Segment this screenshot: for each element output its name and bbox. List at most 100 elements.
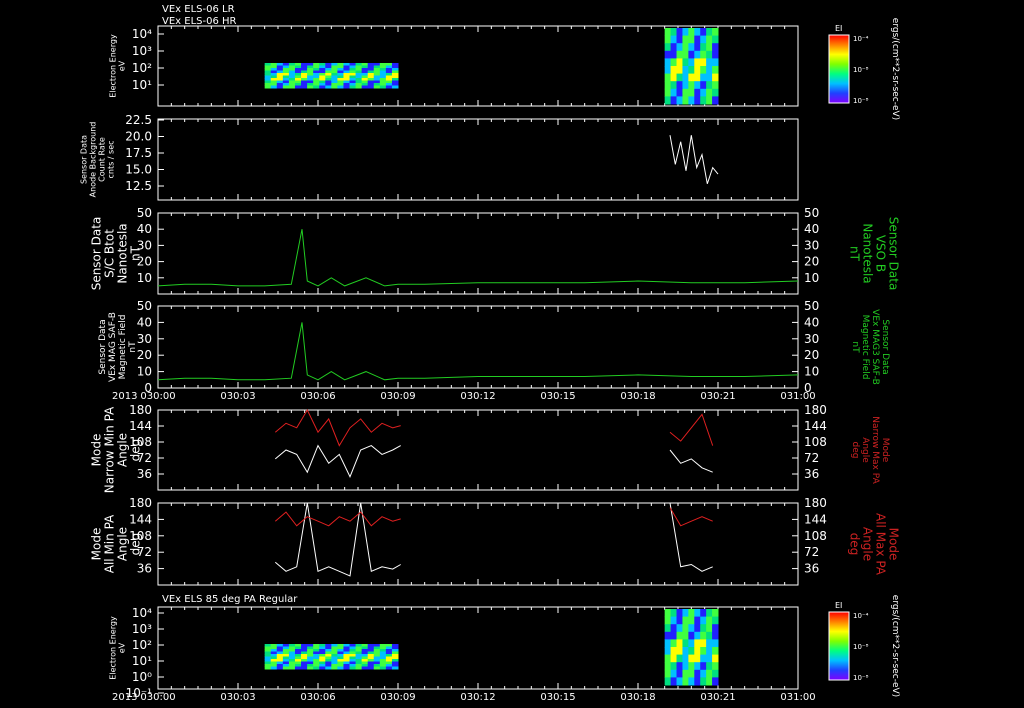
- spectrogram-cell: [670, 43, 678, 52]
- right-axis-label-line: Angle: [861, 527, 875, 561]
- spectrogram-cell: [676, 73, 683, 82]
- series-line: [669, 502, 713, 572]
- right-axis-label-line: VEx MAG3 SAF-B: [870, 309, 880, 385]
- colorbar-units-text: ergs/(cm**2-sr-sec-eV): [890, 595, 900, 697]
- spectrogram-cell: [688, 73, 695, 82]
- spectrogram-cell: [682, 631, 689, 640]
- spectrogram-cell: [664, 73, 672, 82]
- spectrogram-cell: [682, 35, 689, 44]
- spectrogram-cell: [664, 639, 672, 648]
- spectrogram-cell: [670, 58, 678, 67]
- y-tick-label: 144: [129, 512, 152, 526]
- spectrogram-cell: [670, 609, 678, 618]
- y-axis-label-line: Count Rate: [98, 137, 107, 182]
- y-axis-label-line: Narrow Min PA: [103, 406, 117, 493]
- y-axis-label-line: cnts / sec: [107, 140, 116, 178]
- x-tick-label: 030:06: [300, 391, 335, 402]
- spectrogram-cell: [700, 66, 707, 75]
- x-tick-label: 030:18: [620, 391, 655, 402]
- y-tick-label: 10¹: [132, 654, 152, 668]
- spectrogram-cell: [706, 96, 713, 105]
- panel-p2: 22.5 20.0 17.5 15.0 12.5 Sensor Data Anode Bac…: [80, 113, 799, 201]
- spectrogram-cell: [349, 85, 357, 89]
- spectrogram-cell: [706, 662, 713, 671]
- spectrogram-cell: [682, 58, 689, 67]
- spectrogram-cell: [270, 666, 278, 670]
- spectrogram-cell: [700, 81, 707, 90]
- spectrogram-cell: [664, 677, 672, 686]
- spectrogram-cell: [676, 43, 683, 52]
- spectrogram-cell: [694, 43, 701, 52]
- spectrogram-cell: [700, 639, 707, 648]
- spectrogram-cell: [688, 647, 695, 656]
- spectrogram-cell: [676, 66, 683, 75]
- y-tick-label-right: 30: [804, 332, 819, 346]
- y-tick-label-right: 50: [804, 206, 819, 220]
- colorbar-label: EI: [835, 24, 842, 33]
- spectrogram-cell: [670, 35, 678, 44]
- y-axis-label: Electron Energy eV: [109, 34, 127, 98]
- spectrogram-cell: [712, 73, 719, 82]
- spectrogram-cell: [682, 43, 689, 52]
- spectrogram-cell: [664, 28, 672, 37]
- spectrogram-cell: [379, 666, 387, 670]
- right-axis-label-line: nT: [848, 246, 862, 262]
- spectrogram-cell: [664, 616, 672, 625]
- spectrogram-cell: [688, 28, 695, 37]
- right-axis-label: ModeAll Max PAAngledeg: [848, 513, 901, 576]
- spectrogram-cell: [694, 88, 701, 97]
- right-axis-label: Sensor DataVSO BNanoteslanT: [848, 217, 901, 291]
- spectrogram-cell: [682, 88, 689, 97]
- spectrogram-cell: [337, 85, 344, 89]
- spectrogram-cell: [664, 66, 672, 75]
- y-tick-label: 10: [137, 271, 152, 285]
- spectrogram-cell: [706, 81, 713, 90]
- series-line: [274, 408, 401, 447]
- spectrogram-cell: [676, 669, 683, 678]
- spectrogram-cell: [700, 50, 707, 59]
- spectrogram-cell: [270, 85, 278, 89]
- spectrogram-cell: [313, 666, 320, 670]
- spectrogram-cell: [712, 96, 719, 105]
- right-axis-label: ModeNarrow Max PAAngledeg: [850, 416, 890, 484]
- spectrogram-cell: [676, 662, 683, 671]
- y-tick-label-right: 36: [804, 467, 819, 481]
- panel-frame: [157, 305, 799, 389]
- spectrogram-cell: [670, 677, 678, 686]
- spectrogram-cell: [664, 662, 672, 671]
- y-axis-label-line: Mode: [90, 528, 104, 561]
- spectrogram-cell: [331, 666, 338, 670]
- spectrogram-cell: [391, 85, 399, 89]
- spectrogram-cell: [694, 66, 701, 75]
- panel-frame: [157, 118, 799, 201]
- spectrogram-cell: [694, 35, 701, 44]
- x-tick-label: 030:18: [620, 692, 655, 703]
- series-line: [274, 502, 401, 577]
- spectrogram-p7: [264, 609, 719, 686]
- y-axis-label-line: nT: [129, 245, 143, 261]
- spectrogram-cell: [682, 647, 689, 656]
- spectrogram-cell: [670, 28, 678, 37]
- panel-p6: 180 180144 144108 10872 7236 36Mode All Min PA…: [90, 496, 901, 586]
- spectrogram-cell: [700, 73, 707, 82]
- x-tick-label: 030:12: [460, 692, 495, 703]
- spectrogram-cell: [676, 616, 683, 625]
- spectrogram-cell: [712, 50, 719, 59]
- spectrogram-cell: [664, 669, 672, 678]
- y-axis-label: Electron Energy eV: [109, 616, 127, 680]
- y-tick-label: 36: [137, 562, 152, 576]
- y-tick-label-right: 144: [804, 419, 827, 433]
- spectrogram-cell: [688, 669, 695, 678]
- y-axis-label-line: eV: [118, 642, 127, 653]
- y-tick-label: 20.0: [125, 130, 152, 144]
- y-tick-label: 40: [137, 315, 152, 329]
- spectrogram-cell: [682, 81, 689, 90]
- spectrogram-cell: [688, 662, 695, 671]
- colorbar-top: EI 10⁻⁴ 10⁻⁸ 10⁻⁸ ergs/(cm**2-sr-sec-eV): [828, 18, 900, 120]
- right-axis-label-line: deg: [848, 533, 862, 556]
- spectrogram-cell: [676, 35, 683, 44]
- spectrogram-cell: [700, 669, 707, 678]
- y-tick-label-right: 144: [804, 512, 827, 526]
- spectrogram-cell: [361, 85, 369, 89]
- spectrogram-cell: [700, 662, 707, 671]
